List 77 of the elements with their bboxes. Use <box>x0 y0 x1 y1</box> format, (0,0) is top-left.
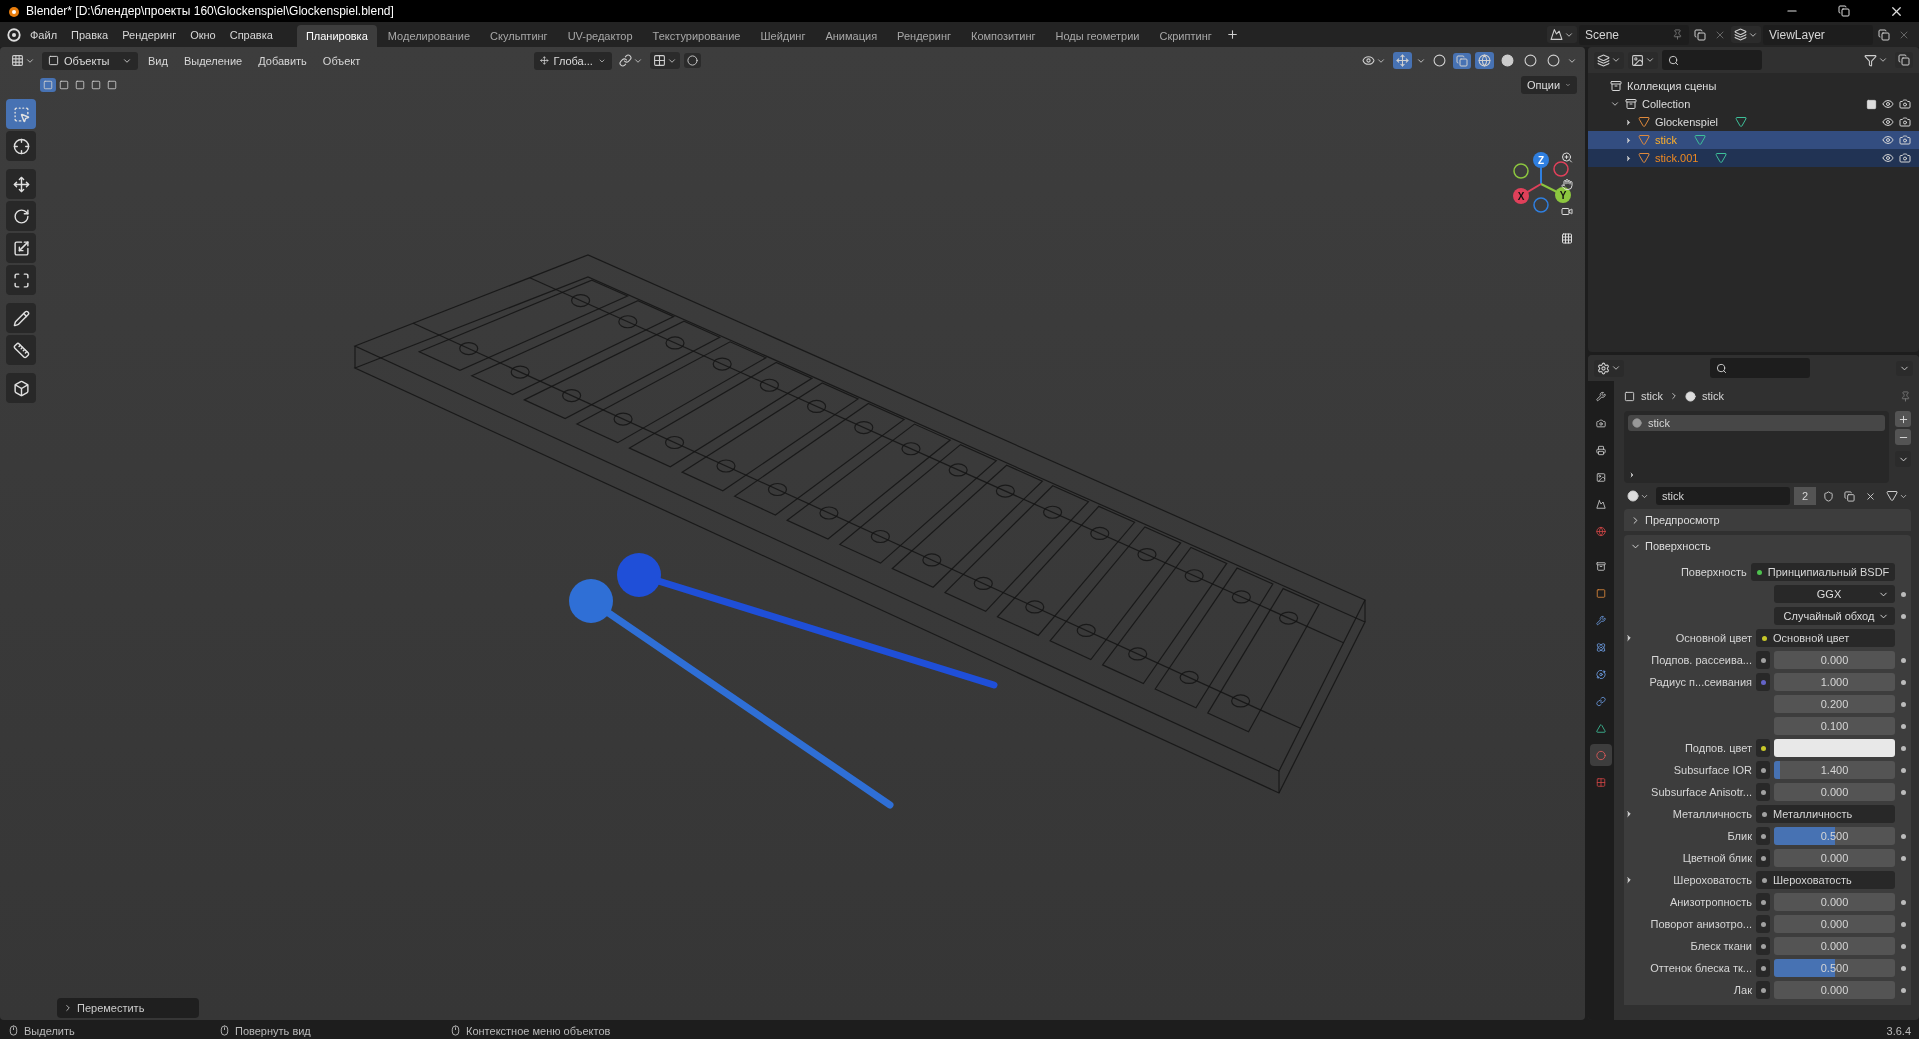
menu-item[interactable]: Файл <box>24 26 64 43</box>
number-field[interactable]: 0.200 <box>1774 695 1895 713</box>
menu-item[interactable]: Вид <box>142 52 174 69</box>
field-label: Радиус п...сеивания <box>1648 676 1752 688</box>
outliner-row[interactable]: Glockenspiel <box>1588 113 1919 131</box>
number-field[interactable]: 0.100 <box>1774 717 1895 735</box>
breadcrumb-item[interactable]: stick <box>1702 390 1724 402</box>
outliner-row[interactable]: stick.001 <box>1588 149 1919 167</box>
workspace-tab[interactable]: Скриптинг <box>1150 25 1221 47</box>
material-name-field[interactable]: stick <box>1656 487 1790 505</box>
mode-dropdown[interactable]: Объекты <box>42 51 138 70</box>
menu-item[interactable]: Добавить <box>252 52 313 69</box>
scene-field[interactable]: Scene <box>1579 24 1689 45</box>
panel-header[interactable]: Поверхность <box>1624 535 1911 557</box>
field-label: Лак <box>1732 984 1752 996</box>
status-hint: Контекстное меню объектов <box>466 1024 611 1037</box>
field-label: Цветной блик <box>1681 852 1752 864</box>
number-field[interactable]: 0.000 <box>1774 915 1895 933</box>
field-label: Металличность <box>1671 808 1752 820</box>
field-label: Subsurface Anisotr... <box>1650 786 1752 798</box>
field-label: Блик <box>1726 830 1752 842</box>
field-label: Блеск ткани <box>1689 940 1752 952</box>
number-field[interactable]: 0.000 <box>1774 893 1895 911</box>
workspace-tab[interactable]: Шейдинг <box>751 25 815 47</box>
menu-item[interactable]: Окно <box>184 26 222 43</box>
workspace-tab[interactable]: Рендеринг <box>888 25 961 47</box>
outliner-row[interactable]: stick <box>1588 131 1919 149</box>
window-title: Blender* [D:\блендер\проекты 160\Glockenspiel\Glockenspiel.blend] <box>26 4 394 18</box>
field-label: Подпов. цвет <box>1683 742 1752 754</box>
version-label: 3.6.4 <box>1886 1024 1911 1037</box>
workspace-tab[interactable]: Моделирование <box>378 25 480 47</box>
link-field[interactable]: Основной цвет <box>1756 629 1895 647</box>
link-field[interactable]: Принципиальный BSDF <box>1750 563 1896 581</box>
menu-item[interactable]: Справка <box>223 26 279 43</box>
link-field[interactable]: Шероховатость <box>1756 871 1895 889</box>
field-label: Анизотропность <box>1668 896 1752 908</box>
panel-header[interactable]: Предпросмотр <box>1624 509 1911 531</box>
workspace-tab[interactable]: Текстурирование <box>643 25 750 47</box>
workspace-tab[interactable]: UV-редактор <box>558 25 642 47</box>
workspace-tab[interactable]: Планировка <box>296 25 377 47</box>
workspace-tab[interactable]: Ноды геометрии <box>1046 25 1149 47</box>
dropdown[interactable]: GGX <box>1774 585 1895 603</box>
number-field[interactable]: 0.000 <box>1774 849 1895 867</box>
options-dropdown[interactable]: Опции <box>1521 76 1577 94</box>
number-field[interactable]: 0.000 <box>1774 783 1895 801</box>
number-field[interactable]: 1.000 <box>1774 673 1895 691</box>
number-field[interactable]: 1.400 <box>1774 761 1895 779</box>
orientation-dropdown[interactable]: Глоба... <box>533 51 612 70</box>
breadcrumb-item[interactable]: stick <box>1641 390 1663 402</box>
field-label: Subsurface IOR <box>1672 764 1752 776</box>
menu-item[interactable]: Выделение <box>177 52 249 69</box>
workspace-tab[interactable]: Анимация <box>816 25 887 47</box>
workspace-tab[interactable]: Скульптинг <box>481 25 557 47</box>
last-operator-panel[interactable]: Переместить <box>57 998 199 1018</box>
status-hint: Выделить <box>24 1024 76 1037</box>
tree-label: Коллекция сцены <box>1627 80 1717 92</box>
field-label: Оттенок блеска тк... <box>1649 962 1752 974</box>
field-label: Поворот анизотро... <box>1649 918 1752 930</box>
material-slot[interactable]: stick <box>1628 415 1885 431</box>
field-label: Основной цвет <box>1674 632 1752 644</box>
number-field[interactable]: 0.000 <box>1774 981 1895 999</box>
user-count[interactable]: 2 <box>1793 487 1816 505</box>
dropdown[interactable]: Случайный обход <box>1774 607 1895 625</box>
field-label: Шероховатость <box>1672 874 1752 886</box>
menu-item[interactable]: Правка <box>65 26 115 43</box>
axis-gizmo-drawing[interactable]: X Y Z <box>1513 152 1571 213</box>
workspace-tab[interactable]: Композитинг <box>962 25 1045 47</box>
tree-label[interactable]: Collection <box>1642 98 1691 110</box>
number-field[interactable]: 0.000 <box>1774 651 1895 669</box>
field-label: Поверхность <box>1679 566 1747 578</box>
link-field[interactable]: Металличность <box>1756 805 1895 823</box>
menu-item[interactable]: Рендеринг <box>116 26 183 43</box>
number-field[interactable]: 0.000 <box>1774 937 1895 955</box>
status-hint: Повернуть вид <box>235 1024 312 1037</box>
menu-item[interactable]: Объект <box>316 52 367 69</box>
view-layer-field[interactable]: ViewLayer <box>1763 24 1873 45</box>
field-label: Подпов. рассеива... <box>1650 654 1752 666</box>
